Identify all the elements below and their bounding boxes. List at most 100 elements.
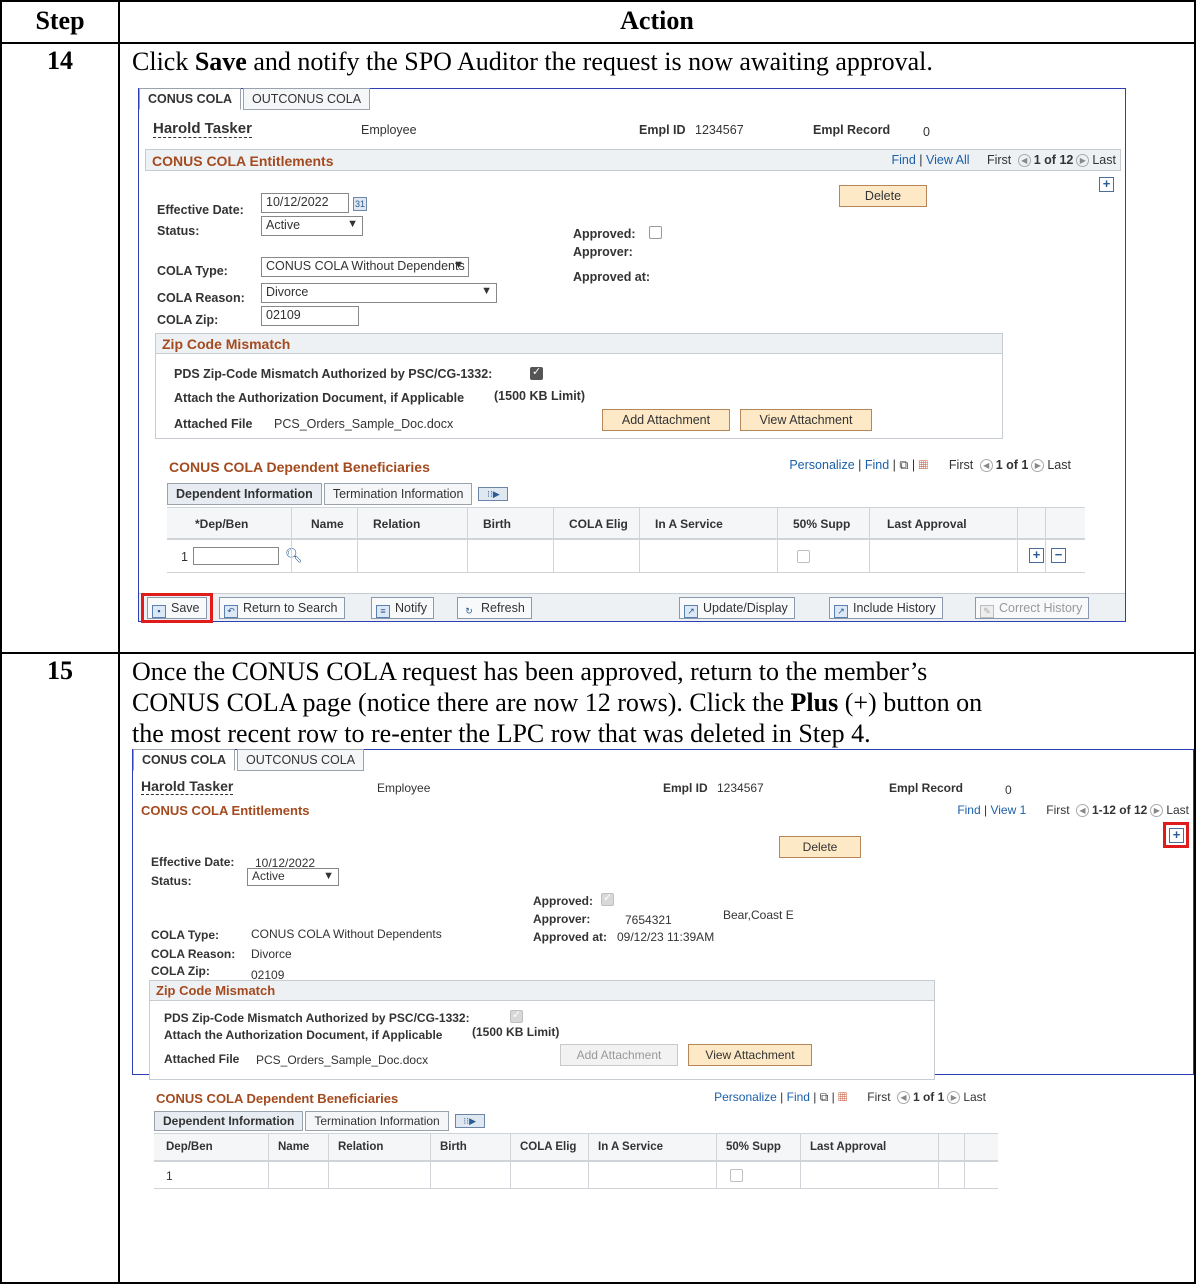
effective-date-label: Effective Date: [151, 855, 235, 869]
approved-label: Approved: [573, 227, 636, 241]
view-attachment-button[interactable]: View Attachment [740, 409, 872, 431]
next-icon[interactable]: ▶ [1150, 804, 1164, 818]
show-all-columns-icon[interactable]: ⁝⁝▶ [478, 487, 509, 501]
correct-history-button: ✎ Correct History [975, 597, 1090, 619]
download-icon[interactable]: ▦ [919, 458, 929, 472]
employee-name: Harold Tasker [141, 778, 234, 795]
personalize-link[interactable]: Personalize [714, 1090, 777, 1104]
tab-dependent-information[interactable]: Dependent Information [167, 483, 322, 505]
view-attachment-button[interactable]: View Attachment [688, 1044, 812, 1066]
add-attachment-button: Add Attachment [560, 1044, 678, 1066]
prev-icon[interactable]: ◀ [979, 459, 993, 473]
approved-at-value: 09/12/23 11:39AM [617, 930, 715, 944]
cola-type-label: COLA Type: [157, 264, 228, 278]
col-name: Name [278, 1141, 310, 1153]
cola-reason-value: Divorce [251, 947, 292, 961]
next-icon[interactable]: ▶ [947, 1091, 961, 1105]
attach-doc-label: Attach the Authorization Document, if Ap… [164, 1028, 443, 1042]
col-last-approval: Last Approval [810, 1141, 887, 1153]
cola-reason-select[interactable]: Divorce ▼ [261, 283, 497, 303]
tab-outconus-cola[interactable]: OUTCONUS COLA [243, 88, 371, 110]
step-15-line-2: CONUS COLA page (notice there are now 12… [132, 688, 983, 717]
calendar-icon[interactable]: 31 [353, 197, 367, 211]
cola-zip-input[interactable]: 02109 [261, 306, 359, 326]
prev-icon[interactable]: ◀ [1075, 804, 1089, 818]
view-in-new-window-icon[interactable]: ⧉ [899, 458, 908, 472]
notify-button[interactable]: ≡ Notify [371, 597, 434, 619]
status-select[interactable]: Active ▼ [261, 216, 363, 236]
lookup-icon[interactable]: 🔍︎ [285, 547, 303, 564]
zip-mismatch-title: Zip Code Mismatch [156, 334, 1002, 354]
find-link[interactable]: Find [892, 153, 916, 167]
approved-at-label: Approved at: [533, 930, 608, 944]
dep-ben-input[interactable] [193, 547, 279, 565]
dependent-beneficiaries-group-2: CONUS COLA Dependent Beneficiaries Perso… [148, 1089, 1000, 1207]
tab-termination-information[interactable]: Termination Information [323, 483, 473, 505]
grid-header: *Dep/Ben Name Relation Birth COLA Elig I… [167, 507, 1085, 539]
entitlements-section-header: CONUS COLA Entitlements Find | View All … [145, 149, 1121, 171]
approved-checkbox [601, 891, 614, 906]
include-history-button[interactable]: ↗ Include History [829, 597, 943, 619]
col-50-supp: 50% Supp [793, 517, 851, 531]
tab-termination-information[interactable]: Termination Information [305, 1111, 449, 1131]
step-15-line-1: Once the CONUS COLA request has been app… [132, 657, 928, 686]
50-supp-checkbox [730, 1169, 743, 1182]
effective-date-input[interactable]: 10/12/2022 [261, 193, 349, 213]
refresh-button[interactable]: ↻ Refresh [457, 597, 532, 619]
next-icon[interactable]: ▶ [1031, 459, 1045, 473]
pds-mismatch-checkbox[interactable] [530, 365, 543, 380]
update-display-button[interactable]: ↗ Update/Display [679, 597, 795, 619]
row-number: 1 [166, 1169, 173, 1183]
attach-doc-label: Attach the Authorization Document, if Ap… [174, 391, 465, 405]
tab-conus-cola[interactable]: CONUS COLA [139, 88, 242, 110]
col-last-approval: Last Approval [887, 517, 967, 531]
cola-reason-label: COLA Reason: [151, 947, 236, 961]
find-link[interactable]: Find [865, 458, 889, 472]
tab-dependent-information[interactable]: Dependent Information [154, 1111, 304, 1131]
add-row-icon[interactable]: + [1029, 548, 1044, 563]
procedure-table: Step Action 14 Click Save and notify the… [0, 0, 1196, 1284]
view-all-link[interactable]: View All [926, 153, 970, 167]
approver-name: Bear,Coast E [723, 908, 794, 922]
delete-button[interactable]: Delete [839, 185, 927, 207]
chevron-down-icon: ▼ [323, 870, 334, 882]
next-icon[interactable]: ▶ [1076, 154, 1090, 168]
zip-mismatch-title: Zip Code Mismatch [150, 981, 934, 1001]
find-link[interactable]: Find [787, 1090, 810, 1104]
empl-record-label: Empl Record [889, 781, 964, 795]
status-select[interactable]: Active ▼ [247, 868, 339, 886]
delete-row-icon[interactable]: − [1051, 548, 1066, 563]
find-link[interactable]: Find [957, 803, 980, 817]
screenshot-step-15: CONUS COLA OUTCONUS COLA Harold Tasker E… [132, 749, 1194, 1080]
return-to-search-button[interactable]: ↶ Return to Search [219, 597, 345, 619]
add-row-icon[interactable]: + [1099, 177, 1114, 192]
show-all-columns-icon[interactable]: ⁝⁝▶ [454, 1114, 485, 1128]
tab-outconus-cola[interactable]: OUTCONUS COLA [237, 749, 365, 771]
tab-conus-cola[interactable]: CONUS COLA [133, 749, 236, 771]
download-icon[interactable]: ▦ [838, 1090, 847, 1104]
update-display-icon: ↗ [684, 605, 698, 618]
entitlements-nav: Find | View 1 First ◀ 1-12 of 12 ▶ Last [957, 803, 1189, 818]
row-count: 1 of 1 [995, 458, 1029, 472]
employee-label: Employee [361, 123, 417, 137]
prev-icon[interactable]: ◀ [896, 1091, 910, 1105]
view-in-new-window-icon[interactable]: ⧉ [820, 1090, 829, 1104]
empl-id-label: Empl ID [639, 123, 686, 137]
cola-type-value: CONUS COLA Without Dependents [251, 927, 442, 941]
chevron-down-icon: ▼ [347, 218, 358, 230]
personalize-link[interactable]: Personalize [789, 458, 854, 472]
add-attachment-button[interactable]: Add Attachment [602, 409, 730, 431]
cola-zip-label: COLA Zip: [151, 964, 210, 978]
plus-highlight-box [1163, 822, 1189, 848]
view-1-link[interactable]: View 1 [990, 803, 1026, 817]
delete-button[interactable]: Delete [779, 836, 861, 858]
step-14-instruction: Click Save and notify the SPO Auditor th… [132, 47, 933, 76]
entitlements-title: CONUS COLA Entitlements [141, 803, 310, 818]
cola-type-select[interactable]: CONUS COLA Without Dependents ▼ [261, 257, 469, 277]
first-label: First [986, 153, 1012, 167]
dependent-beneficiaries-title: CONUS COLA Dependent Beneficiaries [169, 459, 430, 475]
effective-date-label: Effective Date: [157, 203, 244, 217]
attached-file-name: PCS_Orders_Sample_Doc.docx [274, 417, 454, 431]
row-count: 1 of 1 [912, 1090, 945, 1104]
prev-icon[interactable]: ◀ [1017, 154, 1031, 168]
